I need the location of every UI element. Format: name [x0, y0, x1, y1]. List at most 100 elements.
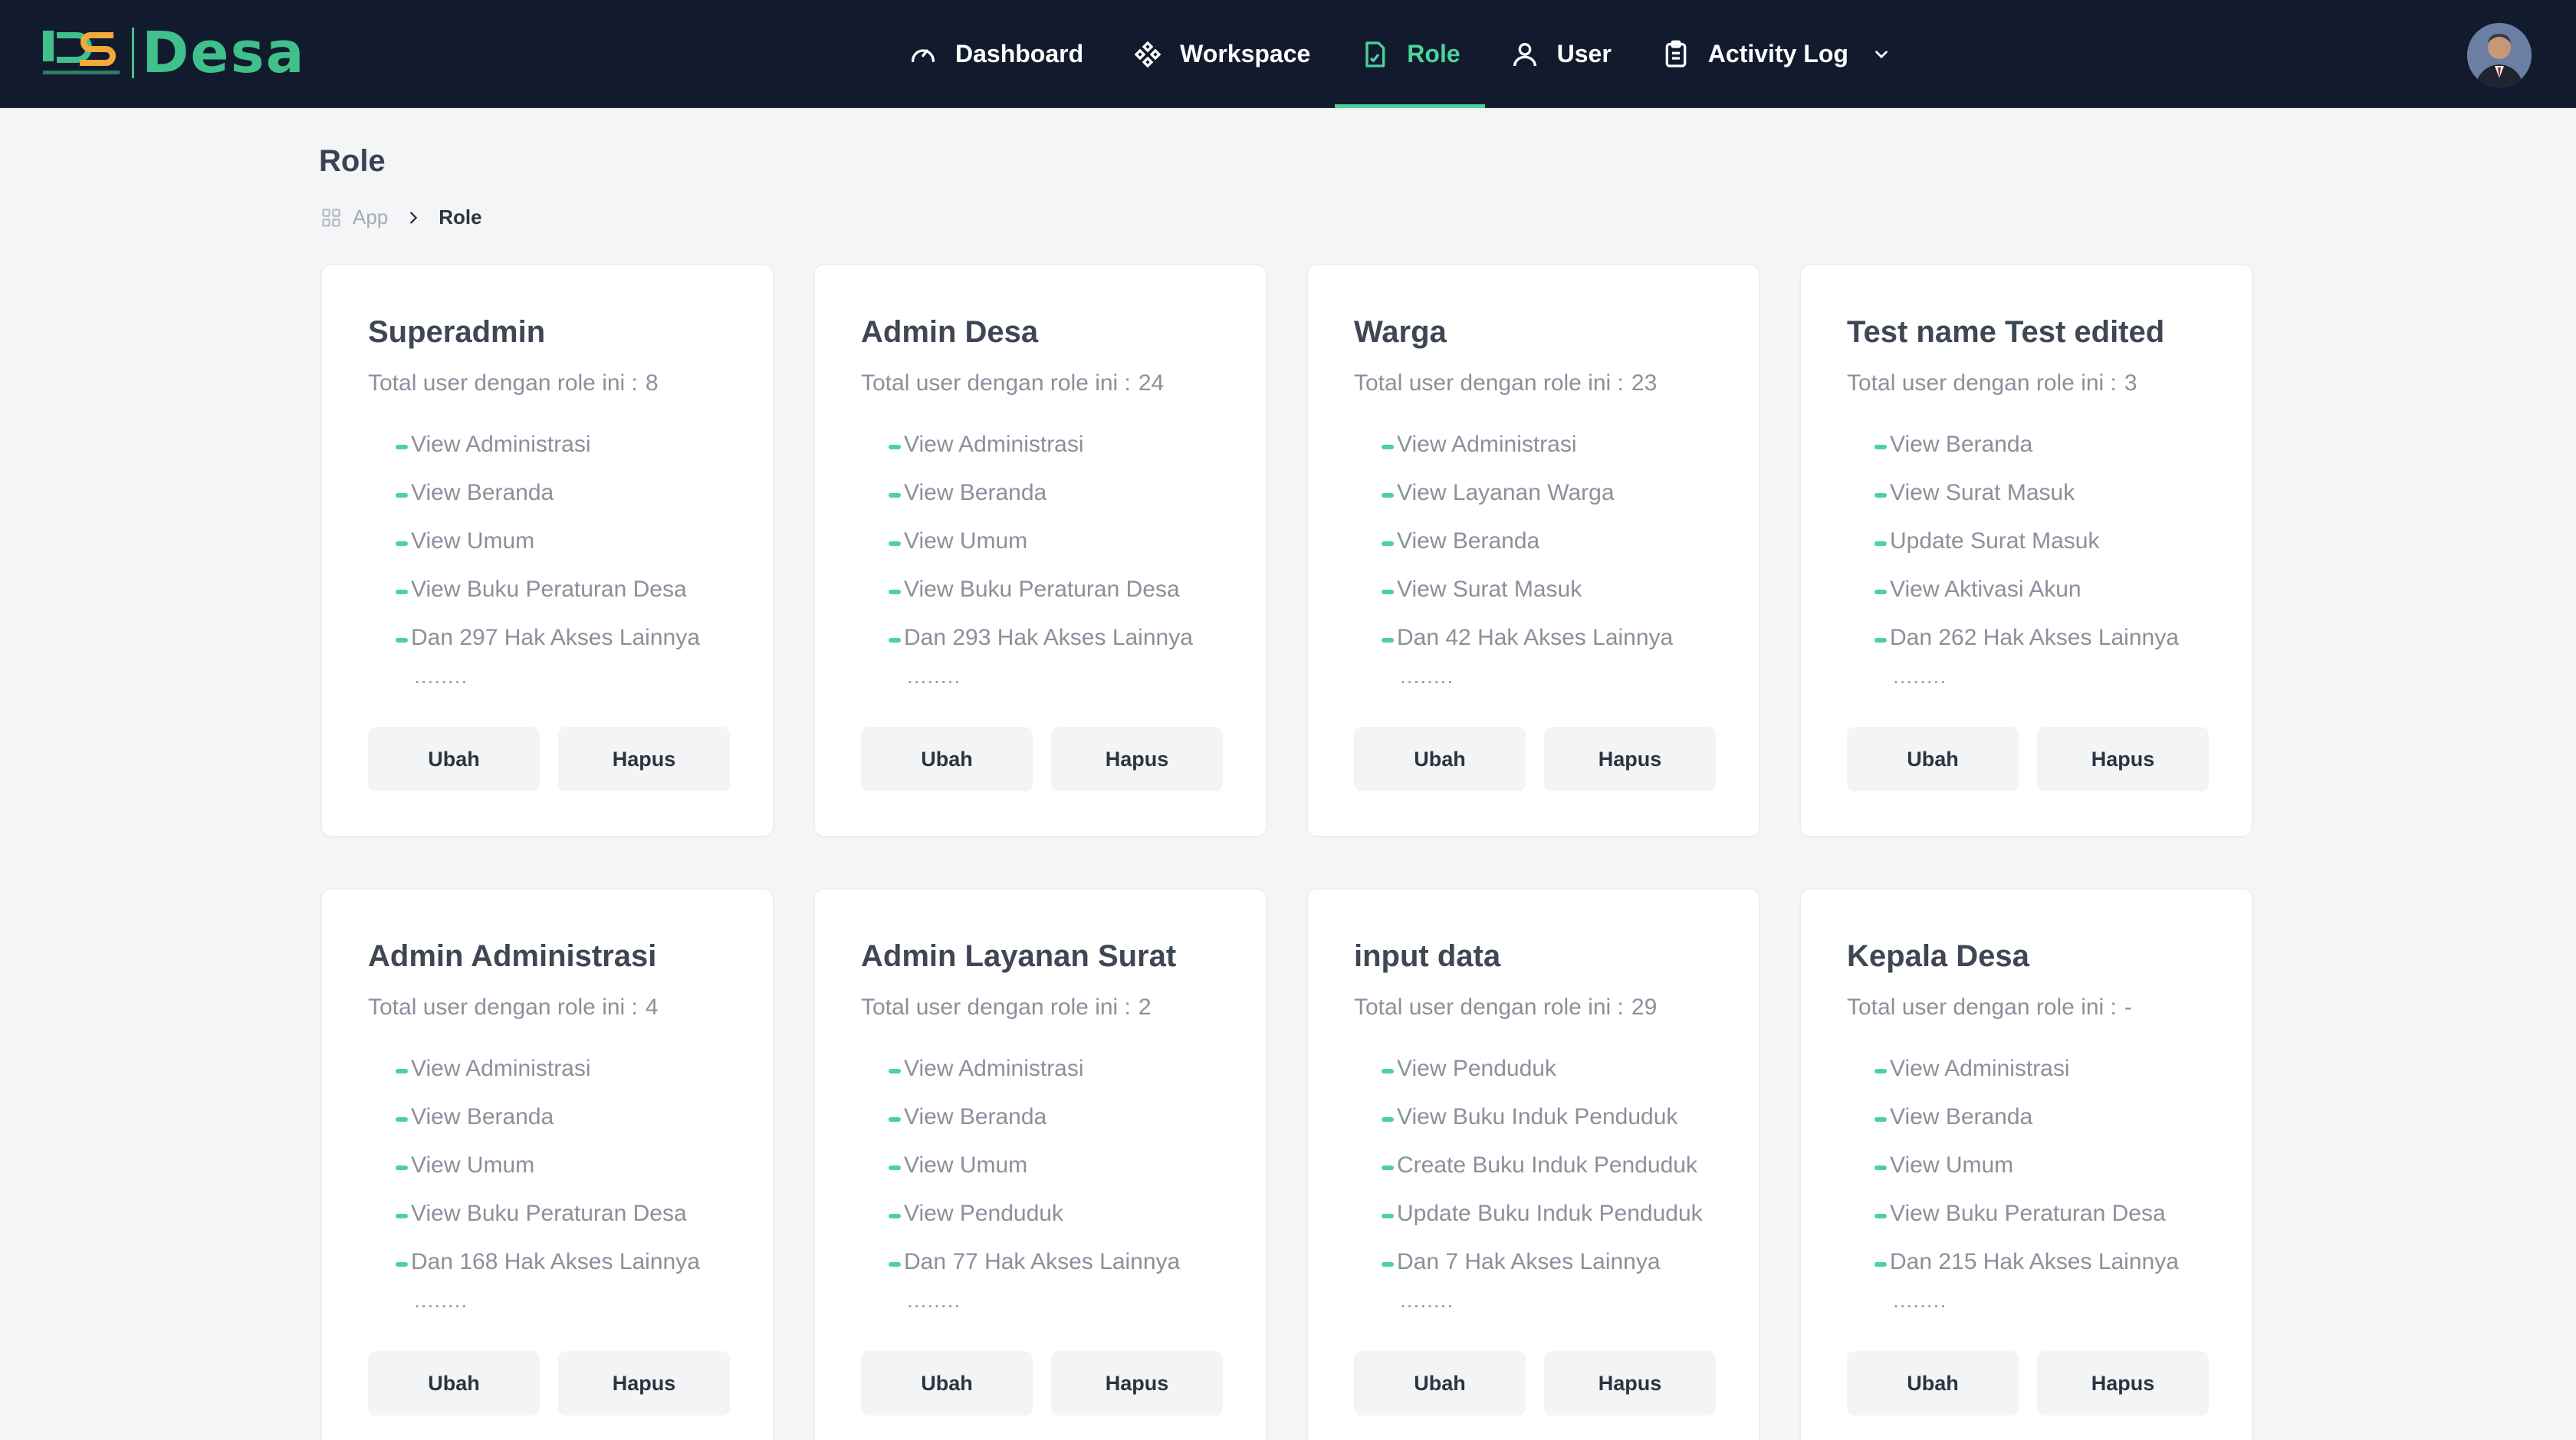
bullet-icon: [396, 590, 408, 594]
bullet-icon: [396, 493, 408, 498]
bullet-icon: [1875, 638, 1887, 643]
breadcrumb-root[interactable]: App: [353, 205, 388, 229]
permission-item: View Umum: [889, 528, 1220, 576]
permission-label: Dan 168 Hak Akses Lainnya: [411, 1249, 700, 1274]
bullet-icon: [396, 1214, 408, 1218]
permission-label: View Surat Masuk: [1890, 480, 2075, 505]
permission-label: Dan 297 Hak Akses Lainnya: [411, 625, 700, 650]
more-ellipsis: ........: [1893, 664, 1947, 688]
nav-item-activity-log[interactable]: Activity Log: [1636, 0, 1916, 108]
user-avatar-icon: [2467, 23, 2532, 87]
more-ellipsis: ........: [414, 1288, 468, 1312]
bullet-icon: [889, 638, 901, 643]
nav-item-label: Workspace: [1180, 40, 1311, 67]
permission-label: Dan 293 Hak Akses Lainnya: [904, 625, 1193, 650]
permission-item: View Layanan Warga: [1382, 479, 1713, 528]
permission-item: View Beranda: [1875, 431, 2206, 479]
permission-label: View Buku Peraturan Desa: [1890, 1201, 2166, 1226]
role-user-count-value: 23: [1631, 370, 1658, 396]
main-nav: Dashboard Workspace Role User Activity L…: [883, 0, 1916, 108]
permission-label: View Umum: [411, 1152, 535, 1178]
role-user-count: Total user dengan role ini : 24: [861, 370, 1220, 397]
edit-role-button[interactable]: Ubah: [861, 727, 1033, 791]
edit-role-button[interactable]: Ubah: [1354, 1351, 1526, 1415]
role-card: input data Total user dengan role ini : …: [1306, 888, 1760, 1440]
edit-role-button[interactable]: Ubah: [861, 1351, 1033, 1415]
app-logo[interactable]: Desa: [40, 25, 306, 81]
role-user-count-value: 3: [2124, 370, 2137, 396]
delete-role-button[interactable]: Hapus: [1544, 1351, 1716, 1415]
delete-role-button[interactable]: Hapus: [1051, 1351, 1223, 1415]
chevron-down-icon: [1875, 50, 1888, 58]
role-user-count: Total user dengan role ini : 23: [1354, 370, 1713, 397]
permission-list: View Administrasi View Beranda View Umum…: [368, 1055, 727, 1297]
permission-item: View Beranda: [1875, 1103, 2206, 1152]
delete-role-button[interactable]: Hapus: [1051, 727, 1223, 791]
role-user-count-value: 2: [1138, 995, 1152, 1020]
user-icon: [1513, 42, 1536, 66]
permission-item: View Beranda: [396, 479, 727, 528]
permission-item: View Administrasi: [1875, 1055, 2206, 1103]
permission-item: View Administrasi: [396, 431, 727, 479]
permission-item: View Administrasi: [396, 1055, 727, 1103]
bullet-icon: [1875, 1165, 1887, 1170]
edit-role-button[interactable]: Ubah: [1847, 727, 2019, 791]
nav-item-dashboard[interactable]: Dashboard: [883, 0, 1108, 108]
role-user-count: Total user dengan role ini : 29: [1354, 994, 1713, 1021]
permission-item: View Administrasi: [889, 1055, 1220, 1103]
role-user-count: Total user dengan role ini : 8: [368, 370, 727, 397]
role-user-count: Total user dengan role ini : 3: [1847, 370, 2206, 397]
bullet-icon: [889, 493, 901, 498]
bullet-icon: [1382, 590, 1394, 594]
bullet-icon: [1382, 493, 1394, 498]
bullet-icon: [1382, 445, 1394, 449]
delete-role-button[interactable]: Hapus: [2037, 727, 2209, 791]
permission-label: View Beranda: [904, 1104, 1047, 1129]
permission-item: View Beranda: [889, 1103, 1220, 1152]
permission-list: View Beranda View Surat Masuk Update Sur…: [1847, 431, 2206, 672]
role-card: Warga Total user dengan role ini : 23 Vi…: [1306, 264, 1760, 837]
bullet-icon: [1875, 1262, 1887, 1267]
role-name: Admin Layanan Surat: [861, 939, 1177, 973]
page-title: Role: [319, 144, 386, 178]
more-ellipsis: ........: [1893, 1288, 1947, 1312]
workspace-icon: [1134, 41, 1162, 67]
permission-label: View Administrasi: [904, 1056, 1084, 1081]
card-actions: Ubah Hapus: [861, 1351, 1223, 1415]
clipboard-icon: [1665, 40, 1687, 67]
delete-role-button[interactable]: Hapus: [558, 1351, 730, 1415]
bullet-icon: [1875, 1069, 1887, 1073]
permission-item: View Surat Masuk: [1382, 576, 1713, 624]
card-actions: Ubah Hapus: [368, 727, 730, 791]
permission-label: View Beranda: [904, 480, 1047, 505]
delete-role-button[interactable]: Hapus: [558, 727, 730, 791]
permission-label: Dan 215 Hak Akses Lainnya: [1890, 1249, 2179, 1274]
permission-label: View Beranda: [1890, 1104, 2033, 1129]
permission-label: View Umum: [1890, 1152, 2014, 1178]
edit-role-button[interactable]: Ubah: [1847, 1351, 2019, 1415]
bullet-icon: [1382, 1069, 1394, 1073]
bullet-icon: [1875, 493, 1887, 498]
permission-list: View Penduduk View Buku Induk Penduduk C…: [1354, 1055, 1713, 1297]
edit-role-button[interactable]: Ubah: [1354, 727, 1526, 791]
edit-role-button[interactable]: Ubah: [368, 727, 540, 791]
permission-list: View Administrasi View Layanan Warga Vie…: [1354, 431, 1713, 672]
edit-role-button[interactable]: Ubah: [368, 1351, 540, 1415]
permission-label: View Buku Peraturan Desa: [904, 577, 1180, 602]
permission-label: View Layanan Warga: [1397, 480, 1615, 505]
nav-item-workspace[interactable]: Workspace: [1108, 0, 1335, 108]
role-user-count: Total user dengan role ini : 4: [368, 994, 727, 1021]
avatar[interactable]: [2467, 23, 2532, 87]
role-name: Test name Test edited: [1847, 315, 2165, 349]
permission-item: View Umum: [1875, 1152, 2206, 1200]
delete-role-button[interactable]: Hapus: [2037, 1351, 2209, 1415]
card-actions: Ubah Hapus: [1354, 727, 1716, 791]
permission-item: View Buku Induk Penduduk: [1382, 1103, 1713, 1152]
bullet-icon: [889, 1117, 901, 1122]
delete-role-button[interactable]: Hapus: [1544, 727, 1716, 791]
nav-item-user[interactable]: User: [1485, 0, 1636, 108]
nav-item-role[interactable]: Role: [1335, 0, 1485, 108]
role-user-count-label: Total user dengan role ini :: [861, 995, 1131, 1020]
bullet-icon: [396, 1165, 408, 1170]
bullet-icon: [1382, 1165, 1394, 1170]
